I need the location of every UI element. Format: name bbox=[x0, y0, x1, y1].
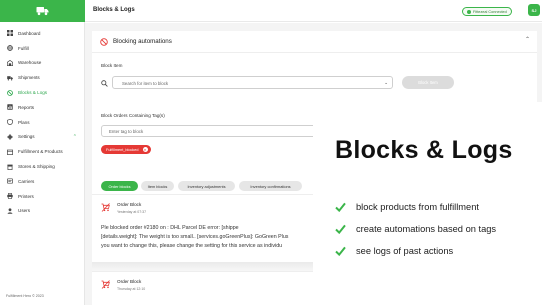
sidebar-item-reports[interactable]: Reports bbox=[0, 100, 85, 115]
block-item-label: Block Item bbox=[101, 63, 123, 68]
divider bbox=[92, 262, 322, 271]
box-icon bbox=[6, 148, 13, 155]
store-icon bbox=[6, 163, 13, 170]
warehouse-icon bbox=[6, 59, 13, 66]
version-text: Fulfillment Hero © 2023 bbox=[6, 294, 44, 298]
search-icon bbox=[101, 80, 108, 87]
users-icon bbox=[6, 207, 13, 214]
promo-feature-text: see logs of past actions bbox=[356, 246, 454, 256]
check-icon bbox=[335, 246, 346, 256]
promo-feature-text: block products from fulfillment bbox=[356, 202, 479, 212]
tab-order-blocks[interactable]: Order blocks bbox=[101, 181, 138, 191]
shield-icon bbox=[6, 119, 13, 126]
promo-title: Blocks & Logs bbox=[335, 136, 513, 164]
connected-dot-icon bbox=[467, 9, 471, 14]
sidebar-item-label: Plans bbox=[18, 119, 30, 125]
item-search-placeholder: Search for item to block bbox=[122, 80, 169, 86]
app-logo[interactable] bbox=[0, 0, 85, 22]
sidebar-item-label: Warehouse bbox=[18, 60, 42, 66]
cart-blocked-icon bbox=[101, 280, 110, 289]
chevron-up-icon[interactable]: ⌃ bbox=[73, 134, 77, 140]
sidebar-item-label: Settings bbox=[18, 134, 35, 140]
card-header[interactable]: Blocking automations ⌃ bbox=[92, 31, 537, 53]
sidebar-item-settings[interactable]: Settings ⌃ bbox=[0, 130, 85, 145]
sidebar-item-dashboard[interactable]: Dashboard bbox=[0, 26, 85, 41]
feature-promo-panel: Blocks & Logs block products from fulfil… bbox=[313, 102, 542, 305]
promo-feature: see logs of past actions bbox=[335, 246, 453, 256]
log-timestamp: Yesterday at 07:37 bbox=[117, 210, 147, 214]
promo-feature: block products from fulfillment bbox=[335, 202, 479, 212]
tab-inventory-adjustments[interactable]: Inventory adjustments bbox=[178, 181, 235, 191]
item-search-select[interactable]: Search for item to block ⌄ bbox=[112, 76, 393, 89]
block-tags-label: Block Orders Containing Tag(s) bbox=[101, 113, 165, 118]
top-header: Blocks & Logs Fittezeal Connected SJ bbox=[85, 0, 542, 22]
log-timestamp: Thursday at 12:10 bbox=[117, 287, 146, 291]
block-icon bbox=[100, 38, 108, 46]
sidebar-item-users[interactable]: Users bbox=[0, 204, 85, 219]
sidebar-item-label: Printers bbox=[18, 193, 34, 199]
sidebar-item-shipments[interactable]: Shipments bbox=[0, 70, 85, 85]
grid-icon bbox=[6, 30, 13, 37]
sidebar-item-plans[interactable]: Plans bbox=[0, 115, 85, 130]
tab-inventory-confirmations[interactable]: Inventory confirmations bbox=[239, 181, 302, 191]
close-icon[interactable]: × bbox=[142, 147, 148, 152]
tag-input[interactable]: Enter tag to block bbox=[101, 125, 318, 137]
check-icon bbox=[335, 224, 346, 234]
page-title: Blocks & Logs bbox=[93, 7, 135, 13]
sidebar-item-label: Reports bbox=[18, 104, 35, 110]
promo-feature: create automations based on tags bbox=[335, 224, 496, 234]
sidebar-item-fulfill[interactable]: Fulfill bbox=[0, 41, 85, 56]
sidebar-item-fulfillment-products[interactable]: Fulfillment & Products bbox=[0, 144, 85, 159]
sidebar: Dashboard Fulfill Warehouse Shipments Bl… bbox=[0, 0, 85, 305]
sidebar-item-label: Shipments bbox=[18, 75, 40, 81]
cart-blocked-icon bbox=[101, 203, 110, 212]
sidebar-item-label: Stores & Shipping bbox=[18, 164, 55, 170]
tag-chip-label: Fulfillment_blocked bbox=[106, 147, 139, 152]
connection-status-badge[interactable]: Fittezeal Connected bbox=[462, 7, 512, 16]
sidebar-nav: Dashboard Fulfill Warehouse Shipments Bl… bbox=[0, 26, 85, 218]
block-icon bbox=[6, 89, 13, 96]
sidebar-item-carriers[interactable]: Carriers bbox=[0, 174, 85, 189]
connection-status-label: Fittezeal Connected bbox=[473, 9, 507, 14]
tab-item-blocks[interactable]: Item blocks bbox=[141, 181, 174, 191]
sidebar-item-label: Fulfill bbox=[18, 45, 29, 51]
sidebar-item-label: Users bbox=[18, 208, 30, 214]
log-entry[interactable]: Order Block Thursday at 12:10 bbox=[92, 271, 322, 305]
sidebar-item-stores-shipping[interactable]: Stores & Shipping bbox=[0, 159, 85, 174]
sidebar-item-warehouse[interactable]: Warehouse bbox=[0, 56, 85, 71]
sidebar-item-label: Blocks & Logs bbox=[18, 90, 48, 96]
avatar[interactable]: SJ bbox=[528, 4, 540, 16]
chevron-down-icon: ⌄ bbox=[384, 80, 388, 85]
check-icon bbox=[335, 202, 346, 212]
blocked-tag-chip[interactable]: Fulfillment_blocked × bbox=[101, 145, 151, 154]
tag-input-placeholder: Enter tag to block bbox=[109, 129, 144, 134]
carrier-icon bbox=[6, 178, 13, 185]
chart-icon bbox=[6, 104, 13, 111]
log-title: Order Block bbox=[117, 202, 142, 207]
sidebar-item-blocks-logs[interactable]: Blocks & Logs bbox=[0, 85, 85, 100]
promo-feature-text: create automations based on tags bbox=[356, 224, 497, 234]
sidebar-item-label: Fulfillment & Products bbox=[18, 149, 63, 155]
globe-icon bbox=[6, 45, 13, 52]
printer-icon bbox=[6, 193, 13, 200]
sidebar-item-printers[interactable]: Printers bbox=[0, 189, 85, 204]
log-title: Order Block bbox=[117, 279, 142, 284]
gear-icon bbox=[6, 133, 13, 140]
truck-icon bbox=[6, 74, 13, 81]
block-item-button[interactable]: Block Item bbox=[402, 76, 454, 89]
chevron-up-icon[interactable]: ⌃ bbox=[525, 36, 530, 43]
sidebar-item-label: Dashboard bbox=[18, 30, 41, 36]
truck-logo-icon bbox=[36, 7, 49, 16]
sidebar-item-label: Carriers bbox=[18, 178, 35, 184]
card-title: Blocking automations bbox=[113, 38, 172, 45]
